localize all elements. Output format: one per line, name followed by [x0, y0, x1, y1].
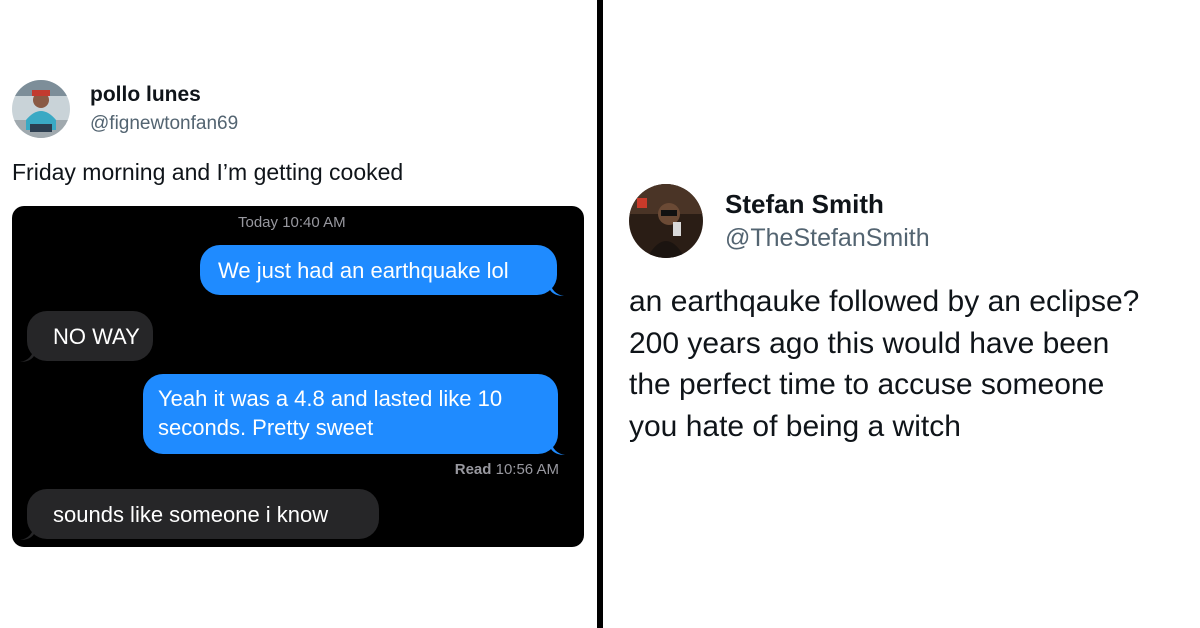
outgoing-message-bubble: We just had an earthquake lol — [200, 245, 557, 295]
bubble-tail-icon — [20, 526, 34, 540]
incoming-message-bubble: NO WAY — [27, 311, 153, 361]
user-handle[interactable]: @TheStefanSmith — [725, 224, 930, 253]
outgoing-message-bubble: Yeah it was a 4.8 and lasted like 10 sec… — [143, 374, 558, 454]
profile-photo-icon — [629, 184, 703, 258]
incoming-message-bubble: sounds like someone i know — [27, 489, 379, 539]
panel-divider — [597, 0, 603, 628]
tweet-text-line: you hate of being a witch — [629, 409, 961, 443]
display-name[interactable]: pollo lunes — [90, 83, 201, 107]
bubble-tail-icon — [550, 282, 564, 296]
display-name[interactable]: Stefan Smith — [725, 189, 884, 220]
read-time: 10:56 AM — [495, 461, 559, 478]
tweet-text: Friday morning and I’m getting cooked — [12, 159, 404, 185]
tweet-text-line: the perfect time to accuse someone — [629, 368, 1105, 401]
tweet-text-line: an earthqauke followed by an eclipse? — [629, 285, 1140, 318]
pollo-lunes-avatar[interactable] — [12, 80, 70, 138]
message-timestamp: Today 10:40 AM — [238, 214, 346, 231]
stefan-smith-avatar[interactable] — [629, 184, 703, 258]
tweet-text-line: 200 years ago this would have been — [629, 326, 1110, 360]
read-receipt: Read 10:56 AM — [455, 461, 559, 478]
bubble-tail-icon — [551, 441, 565, 455]
bubble-tail-icon — [20, 348, 34, 362]
user-handle[interactable]: @fignewtonfan69 — [90, 113, 238, 135]
tweet-text: an earthqauke followed by an eclipse? 20… — [629, 281, 1189, 447]
imessage-screenshot: Today 10:40 AM We just had an earthquake… — [12, 206, 584, 547]
profile-photo-icon — [12, 80, 70, 138]
read-label: Read — [454, 461, 492, 478]
